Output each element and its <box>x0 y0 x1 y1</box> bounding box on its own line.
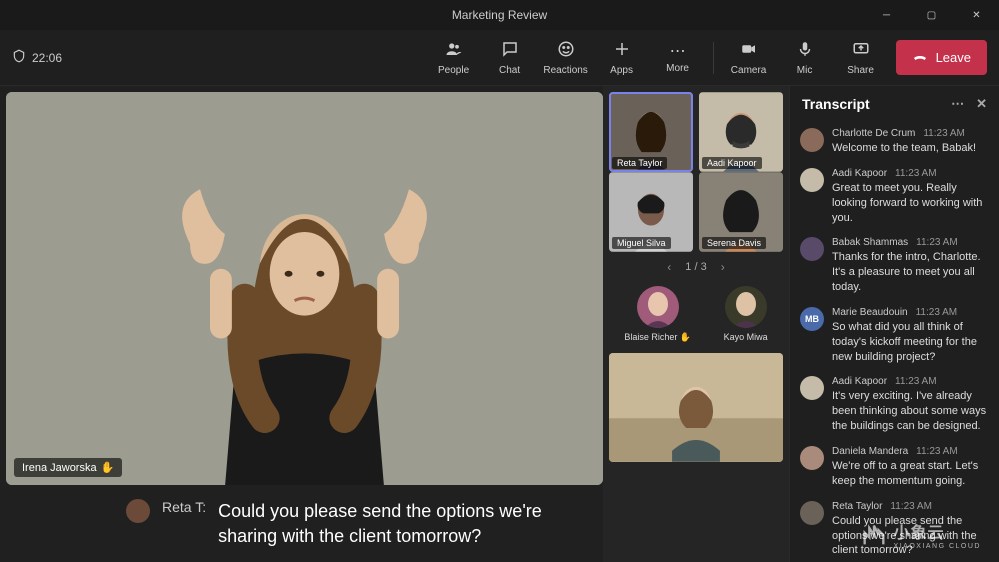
meeting-toolbar: 22:06 People Chat Reactions Apps ⋯ More … <box>0 30 999 86</box>
tile-label: Miguel Silva <box>612 237 671 249</box>
transcript-time: 11:23 AM <box>916 446 958 457</box>
maximize-button[interactable]: ▢ <box>909 0 954 30</box>
mic-icon <box>796 40 814 63</box>
chat-icon <box>501 40 519 63</box>
avatar <box>800 168 824 192</box>
avatar: MB <box>800 307 824 331</box>
speaker-label: Irena Jaworska ✋ <box>14 458 122 477</box>
timer-value: 22:06 <box>32 51 62 65</box>
transcript-more-button[interactable]: ⋯ <box>951 96 964 112</box>
avatar <box>800 501 824 525</box>
transcript-text: So what did you all think of today's kic… <box>832 320 989 365</box>
transcript-speaker: Aadi Kapoor <box>832 168 887 179</box>
transcript-item: Daniela Mandera 11:23 AM We're off to a g… <box>800 440 989 495</box>
camera-button[interactable]: Camera <box>722 34 776 82</box>
transcript-body[interactable]: Charlotte De Crum 11:23 AM Welcome to the… <box>790 122 999 562</box>
transcript-text: It's very exciting. I've already been th… <box>832 389 989 434</box>
reactions-button[interactable]: Reactions <box>539 34 593 82</box>
gallery-pager: ‹ 1 / 3 › <box>609 258 783 276</box>
transcript-speaker: Charlotte De Crum <box>832 128 915 139</box>
chat-button[interactable]: Chat <box>483 34 537 82</box>
minimize-button[interactable]: ─ <box>864 0 909 30</box>
apps-button[interactable]: Apps <box>595 34 649 82</box>
transcript-time: 11:23 AM <box>916 307 958 318</box>
transcript-speaker: Aadi Kapoor <box>832 376 887 387</box>
transcript-time: 11:23 AM <box>895 168 937 179</box>
titlebar: Marketing Review ─ ▢ ✕ <box>0 0 999 30</box>
ellipsis-icon: ⋯ <box>670 41 686 61</box>
transcript-time: 11:23 AM <box>895 376 937 387</box>
participant-tile[interactable]: Serena Davis <box>699 172 783 252</box>
share-button[interactable]: Share <box>834 34 888 82</box>
caption-avatar <box>126 499 150 523</box>
avatar <box>800 376 824 400</box>
main-video[interactable]: Irena Jaworska ✋ <box>6 92 603 485</box>
transcript-speaker: Reta Taylor <box>832 501 882 512</box>
shield-icon <box>12 49 26 66</box>
tile-label: Reta Taylor <box>612 157 667 169</box>
hangup-icon <box>912 48 928 67</box>
avatar <box>800 128 824 152</box>
participant-circle[interactable]: Blaise Richer ✋ <box>624 286 691 343</box>
plus-icon <box>613 40 631 63</box>
transcript-item: Aadi Kapoor 11:23 AM It's very exciting. … <box>800 370 989 440</box>
caption-text: Could you please send the options we're … <box>218 499 563 548</box>
transcript-text: Thanks for the intro, Charlotte. It's a … <box>832 250 989 295</box>
transcript-text: Great to meet you. Really looking forwar… <box>832 181 989 226</box>
transcript-text: We're off to a great start. Let's keep t… <box>832 459 989 489</box>
tile-label: Serena Davis <box>702 237 766 249</box>
people-icon <box>445 40 463 63</box>
more-button[interactable]: ⋯ More <box>651 34 705 82</box>
participant-tile[interactable]: Reta Taylor <box>609 92 693 172</box>
transcript-text: Could you please send the options we're … <box>832 514 989 559</box>
transcript-item: Reta Taylor 11:23 AM Could you please sen… <box>800 495 989 562</box>
transcript-time: 11:23 AM <box>916 237 958 248</box>
raised-hand-icon: ✋ <box>101 461 115 474</box>
participant-circle[interactable]: Kayo Miwa <box>724 286 768 343</box>
transcript-time: 11:23 AM <box>890 501 932 512</box>
camera-icon <box>740 40 758 63</box>
reactions-icon <box>557 40 575 63</box>
close-window-button[interactable]: ✕ <box>954 0 999 30</box>
pager-next[interactable]: › <box>717 260 729 274</box>
transcript-speaker: Daniela Mandera <box>832 446 908 457</box>
participant-tile[interactable]: Aadi Kapoor <box>699 92 783 172</box>
pager-text: 1 / 3 <box>685 261 706 273</box>
avatar <box>800 446 824 470</box>
tile-label: Aadi Kapoor <box>702 157 762 169</box>
meeting-timer: 22:06 <box>12 49 62 66</box>
share-icon <box>852 40 870 63</box>
participant-gallery: Reta Taylor Aadi Kapoor Miguel Silva Serena… <box>603 86 789 562</box>
participant-tile[interactable]: Miguel Silva <box>609 172 693 252</box>
mic-button[interactable]: Mic <box>778 34 832 82</box>
transcript-item: Aadi Kapoor 11:23 AM Great to meet you. R… <box>800 162 989 232</box>
transcript-text: Welcome to the team, Babak! <box>832 141 989 156</box>
main-stage: Irena Jaworska ✋ Reta T: Could you pleas… <box>0 86 603 562</box>
transcript-speaker: Babak Shammas <box>832 237 908 248</box>
transcript-speaker: Marie Beaudouin <box>832 307 908 318</box>
transcript-close-button[interactable]: ✕ <box>976 96 987 112</box>
window-title: Marketing Review <box>452 8 547 22</box>
transcript-item: Charlotte De Crum 11:23 AM Welcome to the… <box>800 122 989 162</box>
avatar <box>800 237 824 261</box>
transcript-item: MB Marie Beaudouin 11:23 AM So what did y… <box>800 301 989 371</box>
transcript-item: Babak Shammas 11:23 AM Thanks for the int… <box>800 231 989 301</box>
transcript-header: Transcript ⋯ ✕ <box>790 86 999 122</box>
toolbar-divider <box>713 42 714 74</box>
overflow-tile[interactable] <box>609 353 783 462</box>
transcript-panel: Transcript ⋯ ✕ Charlotte De Crum 11:23 AM… <box>789 86 999 562</box>
leave-button[interactable]: Leave <box>896 40 987 75</box>
transcript-time: 11:23 AM <box>923 128 965 139</box>
pager-prev[interactable]: ‹ <box>663 260 675 274</box>
people-button[interactable]: People <box>427 34 481 82</box>
caption-speaker: Reta T: <box>162 499 206 515</box>
caption-bar: Reta T: Could you please send the option… <box>6 485 603 562</box>
